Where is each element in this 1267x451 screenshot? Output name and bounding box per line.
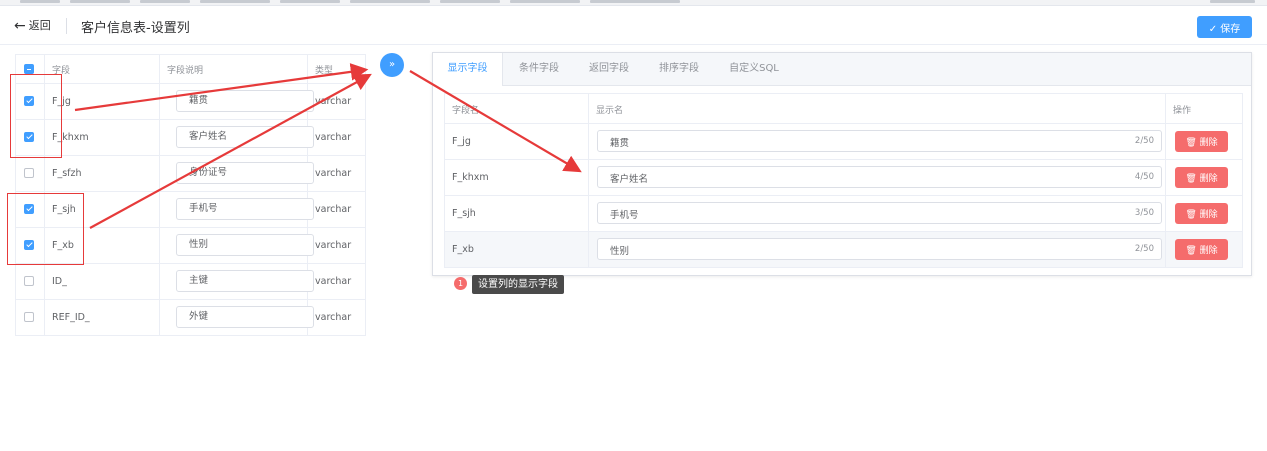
column-header-type: 类型 — [315, 66, 334, 76]
field-desc-input[interactable]: 外键 — [176, 306, 314, 328]
field-desc-input[interactable]: 客户姓名 — [176, 126, 314, 148]
arrow-left-icon: ← — [14, 18, 26, 34]
field-type: varchar — [315, 204, 352, 215]
back-label: 返回 — [28, 19, 51, 32]
display-name-input[interactable]: 性别 2/50 — [597, 238, 1162, 260]
column-header-field-name: 字段名 — [452, 106, 480, 116]
field-type: varchar — [315, 312, 352, 323]
field-desc-input[interactable]: 手机号 — [176, 198, 314, 220]
column-header-display-name: 显示名 — [596, 106, 624, 116]
display-table-row: F_xb 性别 2/50 🗑 删除 — [445, 232, 1242, 268]
tab-display-fields[interactable]: 显示字段 — [433, 53, 503, 86]
display-name-input[interactable]: 客户姓名 4/50 — [597, 166, 1162, 188]
char-count: 4/50 — [1134, 172, 1154, 182]
back-button[interactable]: ← 返回 — [14, 17, 51, 34]
source-table-row: F_khxm 客户姓名 varchar — [16, 120, 366, 156]
annotation-tooltip: 设置列的显示字段 — [472, 275, 564, 294]
delete-button[interactable]: 🗑 删除 — [1175, 239, 1228, 260]
highlight-box-bottom — [7, 193, 84, 265]
display-name-value: 手机号 — [610, 210, 639, 221]
page-header: ← 返回 客户信息表-设置列 — [0, 8, 1267, 45]
delete-button[interactable]: 🗑 删除 — [1175, 167, 1228, 188]
field-type: varchar — [315, 96, 352, 107]
page-title: 客户信息表-设置列 — [81, 21, 190, 36]
select-all-checkbox[interactable] — [24, 64, 34, 74]
char-count: 2/50 — [1134, 244, 1154, 254]
field-type: varchar — [315, 240, 352, 251]
field-desc-input[interactable]: 籍贯 — [176, 90, 314, 112]
display-table-row: F_jg 籍贯 2/50 🗑 删除 — [445, 124, 1242, 160]
row-checkbox[interactable] — [24, 168, 34, 178]
header-divider — [66, 18, 67, 34]
save-button[interactable]: ✓ 保存 — [1197, 16, 1252, 38]
row-checkbox[interactable] — [24, 312, 34, 322]
field-settings-panel: 显示字段 条件字段 返回字段 排序字段 自定义SQL 字段名 显示名 操作 F_… — [432, 52, 1252, 276]
source-table-row: REF_ID_ 外键 varchar — [16, 300, 366, 336]
transfer-right-button[interactable]: » — [380, 53, 404, 77]
settings-tabs: 显示字段 条件字段 返回字段 排序字段 自定义SQL — [433, 53, 1251, 86]
tab-condition-fields[interactable]: 条件字段 — [504, 53, 574, 85]
display-field-table: 字段名 显示名 操作 F_jg 籍贯 2/50 🗑 删除 F_khxm 客户姓名 4/50 🗑… — [444, 93, 1243, 268]
field-desc-input[interactable]: 主键 — [176, 270, 314, 292]
tab-custom-sql[interactable]: 自定义SQL — [714, 53, 794, 85]
display-name-value: 性别 — [610, 246, 630, 257]
field-type: varchar — [315, 276, 352, 287]
column-header-desc: 字段说明 — [167, 66, 204, 76]
field-type: varchar — [315, 132, 352, 143]
display-name-input[interactable]: 籍贯 2/50 — [597, 130, 1162, 152]
highlight-box-top — [10, 74, 62, 158]
char-count: 2/50 — [1134, 136, 1154, 146]
display-field-name: F_khxm — [452, 172, 489, 183]
char-count: 3/50 — [1134, 208, 1154, 218]
display-field-name: F_xb — [452, 244, 474, 255]
display-table-row: F_sjh 手机号 3/50 🗑 删除 — [445, 196, 1242, 232]
display-table-row: F_khxm 客户姓名 4/50 🗑 删除 — [445, 160, 1242, 196]
field-desc-input[interactable]: 性别 — [176, 234, 314, 256]
step-badge: 1 — [454, 277, 467, 290]
source-table-row: F_sfzh 身份证号 varchar — [16, 156, 366, 192]
tab-sort-fields[interactable]: 排序字段 — [644, 53, 714, 85]
display-name-input[interactable]: 手机号 3/50 — [597, 202, 1162, 224]
source-table-header: 字段 字段说明 类型 — [16, 55, 366, 84]
browser-bookmark-bar — [0, 0, 1267, 6]
delete-button[interactable]: 🗑 删除 — [1175, 203, 1228, 224]
field-name: ID_ — [52, 276, 67, 287]
display-name-value: 籍贯 — [610, 138, 630, 149]
display-field-name: F_sjh — [452, 208, 476, 219]
display-table-header: 字段名 显示名 操作 — [445, 94, 1242, 124]
field-desc-input[interactable]: 身份证号 — [176, 162, 314, 184]
field-name: F_sfzh — [52, 168, 82, 179]
source-table-row: ID_ 主键 varchar — [16, 264, 366, 300]
display-field-name: F_jg — [452, 136, 471, 147]
delete-button[interactable]: 🗑 删除 — [1175, 131, 1228, 152]
field-name: REF_ID_ — [52, 312, 90, 323]
display-name-value: 客户姓名 — [610, 174, 649, 185]
column-header-actions: 操作 — [1173, 106, 1192, 116]
row-checkbox[interactable] — [24, 276, 34, 286]
source-table-row: F_jg 籍贯 varchar — [16, 84, 366, 120]
tab-return-fields[interactable]: 返回字段 — [574, 53, 644, 85]
field-type: varchar — [315, 168, 352, 179]
